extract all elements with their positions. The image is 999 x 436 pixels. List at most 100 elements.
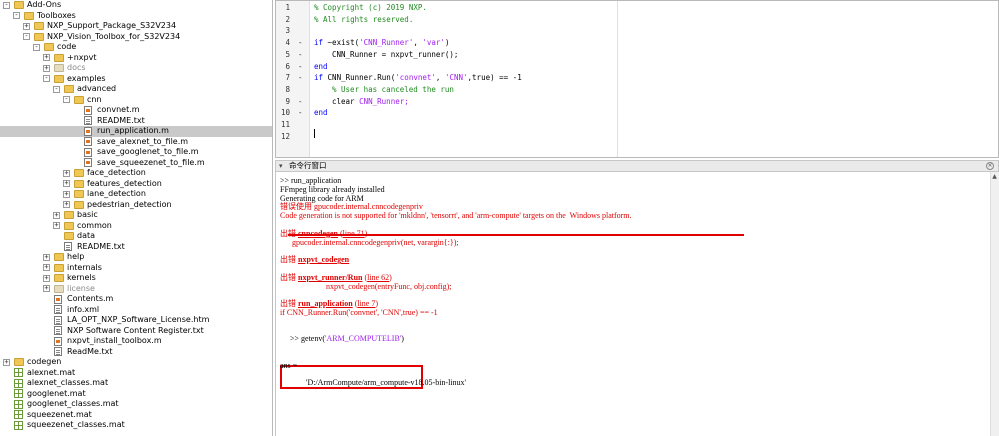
tree-item[interactable]: save_squeezenet_to_file.m bbox=[0, 158, 272, 169]
tree-item[interactable]: - Toolboxes bbox=[0, 11, 272, 22]
expand-icon[interactable]: + bbox=[53, 222, 60, 229]
tree-item[interactable]: + codegen bbox=[0, 357, 272, 368]
error-link[interactable]: nxpvt_runner/Run bbox=[298, 273, 362, 282]
tree-item[interactable]: + features_detection bbox=[0, 179, 272, 190]
tree-item[interactable]: + lane_detection bbox=[0, 189, 272, 200]
tree-item[interactable]: nxpvt_install_toolbox.m bbox=[0, 336, 272, 347]
code-line[interactable]: if ~exist('CNN_Runner', 'var') bbox=[314, 38, 449, 47]
close-icon[interactable]: × bbox=[986, 162, 994, 170]
tree-item[interactable]: + help bbox=[0, 252, 272, 263]
m-file-icon bbox=[84, 126, 92, 136]
error-link[interactable]: cnncodegen bbox=[298, 229, 338, 238]
breakpoint-marker[interactable]: - bbox=[298, 97, 304, 106]
expand-icon[interactable]: + bbox=[43, 274, 50, 282]
code-line[interactable]: if CNN_Runner.Run('convnet', 'CNN',true)… bbox=[314, 73, 522, 82]
tree-item[interactable]: LA_OPT_NXP_Software_License.htm bbox=[0, 315, 272, 326]
breakpoint-marker[interactable]: - bbox=[298, 108, 304, 117]
code-editor[interactable]: 1 2 3 4-5-6-7-8 9-10-11 12 % Copyright (c) 20… bbox=[275, 0, 999, 158]
breakpoint-marker[interactable]: - bbox=[298, 50, 304, 59]
tree-item[interactable]: + pedestrian_detection bbox=[0, 200, 272, 211]
expand-icon[interactable]: + bbox=[43, 64, 50, 72]
command-window[interactable]: ▲ >> run_application FFmpeg library alrea… bbox=[275, 172, 999, 436]
tree-item[interactable]: + kernels bbox=[0, 273, 272, 284]
tree-item-label: features_detection bbox=[87, 178, 162, 188]
code-line[interactable]: % Copyright (c) 2019 NXP. bbox=[314, 3, 427, 12]
tree-item[interactable]: Contents.m bbox=[0, 294, 272, 305]
tree-item[interactable]: ReadMe.txt bbox=[0, 347, 272, 358]
expand-icon[interactable]: + bbox=[43, 285, 50, 292]
collapse-icon[interactable]: - bbox=[33, 43, 40, 51]
collapse-caret-icon[interactable]: ▾ bbox=[279, 161, 283, 171]
collapse-icon[interactable]: - bbox=[23, 33, 30, 40]
output-text: ans = bbox=[280, 360, 298, 370]
tree-item[interactable]: + license bbox=[0, 284, 272, 295]
output-text: 'ARM_COMPUTELIB' bbox=[325, 334, 402, 344]
tree-item[interactable]: README.txt bbox=[0, 242, 272, 253]
tree-item[interactable]: squeezenet.mat bbox=[0, 410, 272, 421]
tree-item[interactable]: save_googlenet_to_file.m bbox=[0, 147, 272, 158]
tree-item[interactable]: - code bbox=[0, 42, 272, 53]
folder-icon bbox=[24, 11, 34, 20]
tree-item[interactable]: + +nxpvt bbox=[0, 53, 272, 64]
tree-item[interactable]: NXP Software Content Register.txt bbox=[0, 326, 272, 337]
breakpoint-marker[interactable]: - bbox=[298, 38, 304, 47]
tree-item[interactable]: convnet.m bbox=[0, 105, 272, 116]
expand-icon[interactable]: + bbox=[63, 169, 70, 177]
code-line[interactable]: end bbox=[314, 108, 328, 117]
code-token: , bbox=[435, 73, 445, 83]
scroll-up-arrow-icon[interactable]: ▲ bbox=[990, 172, 999, 181]
collapse-icon[interactable]: - bbox=[53, 85, 60, 93]
tree-item[interactable]: + internals bbox=[0, 263, 272, 274]
tree-item[interactable]: run_application.m bbox=[0, 126, 272, 137]
tree-item[interactable]: - Add-Ons bbox=[0, 0, 272, 11]
collapse-icon[interactable]: - bbox=[3, 1, 10, 9]
tree-item[interactable]: save_alexnet_to_file.m bbox=[0, 137, 272, 148]
collapse-icon[interactable]: - bbox=[43, 75, 50, 82]
tree-item[interactable]: + docs bbox=[0, 63, 272, 74]
tree-item[interactable]: + common bbox=[0, 221, 272, 232]
code-token: if bbox=[314, 73, 324, 83]
breakpoint-marker[interactable]: - bbox=[298, 62, 304, 71]
code-line[interactable]: % All rights reserved. bbox=[314, 15, 413, 24]
tree-item[interactable]: googlenet.mat bbox=[0, 389, 272, 400]
expand-icon[interactable]: + bbox=[53, 211, 60, 219]
tree-item[interactable]: - NXP_Vision_Toolbox_for_S32V234 bbox=[0, 32, 272, 43]
collapse-icon[interactable]: - bbox=[13, 12, 20, 19]
expand-icon[interactable]: + bbox=[63, 180, 70, 187]
code-line[interactable]: clear CNN_Runner; bbox=[332, 97, 409, 106]
tree-item[interactable]: - advanced bbox=[0, 84, 272, 95]
code-line[interactable]: % User has canceled the run bbox=[332, 85, 454, 94]
folder-icon bbox=[54, 253, 64, 261]
code-line[interactable]: CNN_Runner = nxpvt_runner(); bbox=[332, 50, 458, 59]
vertical-scrollbar[interactable]: ▲ bbox=[990, 172, 999, 436]
error-link[interactable]: line 7 bbox=[357, 299, 375, 308]
tree-item[interactable]: + NXP_Support_Package_S32V234 bbox=[0, 21, 272, 32]
expand-icon[interactable]: + bbox=[63, 201, 70, 208]
tree-item[interactable]: data bbox=[0, 231, 272, 242]
error-link[interactable]: line 71 bbox=[343, 229, 365, 238]
tree-item[interactable]: - examples bbox=[0, 74, 272, 85]
tree-item[interactable]: info.xml bbox=[0, 305, 272, 316]
error-link[interactable]: line 62 bbox=[367, 273, 389, 282]
expand-icon[interactable]: + bbox=[43, 54, 50, 61]
expand-icon[interactable]: + bbox=[3, 358, 10, 366]
expand-icon[interactable]: + bbox=[63, 190, 70, 198]
tree-item[interactable]: - cnn bbox=[0, 95, 272, 106]
error-link[interactable]: nxpvt_codegen bbox=[298, 255, 349, 264]
error-link[interactable]: run_application bbox=[298, 299, 353, 308]
expand-icon[interactable]: + bbox=[23, 22, 30, 30]
tree-item[interactable]: googlenet_classes.mat bbox=[0, 399, 272, 410]
expand-icon[interactable]: + bbox=[43, 253, 50, 261]
breakpoint-marker[interactable]: - bbox=[298, 73, 304, 82]
output-text: >> getenv( bbox=[290, 334, 326, 344]
line-number: 6 bbox=[285, 61, 290, 71]
expand-icon[interactable]: + bbox=[43, 264, 50, 271]
code-line[interactable]: end bbox=[314, 62, 328, 71]
tree-item[interactable]: alexnet.mat bbox=[0, 368, 272, 379]
tree-item[interactable]: + face_detection bbox=[0, 168, 272, 179]
tree-item[interactable]: README.txt bbox=[0, 116, 272, 127]
tree-item[interactable]: alexnet_classes.mat bbox=[0, 378, 272, 389]
tree-item[interactable]: + basic bbox=[0, 210, 272, 221]
tree-item[interactable]: squeezenet_classes.mat bbox=[0, 420, 272, 431]
collapse-icon[interactable]: - bbox=[63, 96, 70, 103]
